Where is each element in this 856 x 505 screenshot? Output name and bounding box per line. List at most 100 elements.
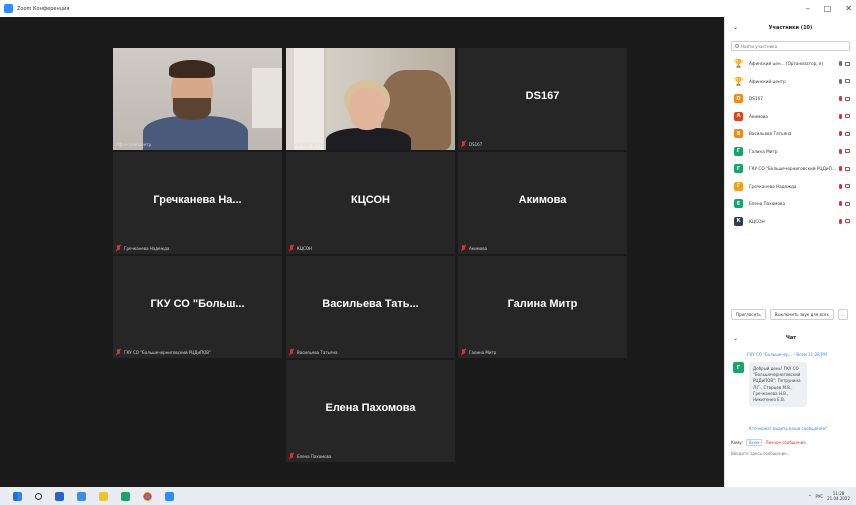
muted-mic-icon[interactable] [839, 183, 842, 189]
system-tray: ^ РУС 11:28 21.04.2022 [808, 487, 850, 505]
recipient-select[interactable]: Всем [746, 439, 763, 446]
avatar: А [734, 111, 743, 121]
participant-name: Галина Митр [749, 148, 778, 154]
chat-input[interactable] [731, 451, 851, 456]
participant-status [839, 183, 850, 189]
participant-name: Васильева Татьяна [749, 131, 792, 137]
video-tile-9[interactable]: Галина Митр Галина Митр [458, 256, 627, 358]
participant-actions: Пригласить Выключить звук для всех ... [731, 309, 848, 320]
muted-mic-icon [289, 453, 294, 459]
participant-status [839, 61, 850, 67]
participant-row[interactable]: А Акимова [725, 108, 856, 126]
muted-mic-icon[interactable] [839, 201, 842, 207]
video-tile-3[interactable]: DS167 DS167 [458, 48, 627, 150]
video-off-icon[interactable] [845, 184, 850, 189]
video-tile-1[interactable]: Афинский центр [113, 48, 282, 150]
video-tile-5[interactable]: КЦСОН КЦСОН [286, 152, 455, 254]
chrome-icon[interactable] [143, 491, 152, 501]
muted-mic-icon[interactable] [839, 131, 842, 137]
participant-search[interactable] [731, 41, 850, 51]
tile-caption: КЦСОН [289, 245, 312, 251]
mic-icon[interactable] [839, 61, 842, 67]
video-off-icon[interactable] [845, 166, 850, 171]
chat-message-text: Добрый день! ГКУ СО "Большечерниговский … [749, 362, 807, 408]
video-tile-2[interactable]: Афинский центр [286, 48, 455, 150]
zoom-taskbar-icon[interactable] [165, 491, 174, 501]
avatar: Г [734, 146, 743, 156]
muted-mic-icon[interactable] [839, 218, 842, 224]
participants-header: ⌄ Участники (10) [725, 17, 856, 39]
video-tile-10[interactable]: Елена Пахомова Елена Пахомова [286, 360, 455, 462]
language-indicator[interactable]: РУС [815, 494, 823, 499]
video-off-icon[interactable] [845, 131, 850, 136]
video-off-icon[interactable] [845, 201, 850, 206]
muted-mic-icon[interactable] [839, 96, 842, 102]
participant-status [839, 201, 850, 207]
mute-all-button[interactable]: Выключить звук для всех [769, 309, 834, 320]
video-tile-7[interactable]: ГКУ СО "Больш... ГКУ СО "Большечерниговс… [113, 256, 282, 358]
tile-caption: Афинский центр [289, 142, 325, 147]
collapse-chevron-icon[interactable]: ⌄ [733, 335, 738, 342]
more-options-button[interactable]: ... [837, 309, 848, 320]
video-icon[interactable] [845, 79, 850, 84]
invite-button[interactable]: Пригласить [731, 309, 766, 320]
participant-list: Афинский цен... (Организатор, я) Афинский… [725, 55, 856, 230]
participant-name: Елена Пахомова [325, 402, 416, 414]
collapse-chevron-icon[interactable]: ⌄ [733, 24, 738, 31]
participant-row[interactable]: К КЦСОН [725, 213, 856, 231]
tile-caption: ГКУ СО "Большечерниговский РЦДиПОВ" [116, 349, 211, 355]
participant-status [839, 113, 850, 119]
participant-row[interactable]: Е Елена Пахомова [725, 195, 856, 213]
to-label: Кому: [731, 440, 744, 445]
video-tile-4[interactable]: Гречканева На... Гречканева Надежда [113, 152, 282, 254]
participant-status [839, 218, 850, 224]
browser-icon[interactable] [121, 491, 130, 501]
tray-overflow-icon[interactable]: ^ [808, 494, 811, 499]
participant-name: Галина Митр [507, 298, 578, 310]
minimize-button[interactable]: – [806, 4, 810, 13]
tile-caption: Елена Пахомова [289, 453, 331, 459]
task-view-icon[interactable] [55, 491, 64, 501]
tile-caption: Гречканева Надежда [116, 245, 169, 251]
muted-mic-icon [289, 349, 294, 355]
search-input[interactable] [741, 43, 841, 49]
muted-mic-icon[interactable] [839, 166, 842, 172]
participant-row[interactable]: Г Галина Митр [725, 143, 856, 161]
tile-caption: DS167 [461, 141, 482, 147]
chat-title: Чат [785, 335, 797, 341]
maximize-button[interactable]: □ [824, 4, 832, 13]
tile-caption: Афинский центр [116, 142, 152, 147]
trophy-icon [734, 77, 743, 86]
participant-row[interactable]: Афинский центр [725, 73, 856, 91]
video-tile-8[interactable]: Васильева Тать... Васильева Татьяна [286, 256, 455, 358]
participant-row[interactable]: Г Гречканева Надежда [725, 178, 856, 196]
search-icon[interactable] [35, 492, 42, 500]
chat-visibility-link[interactable]: Кто может видеть ваши сообщения? [749, 426, 827, 431]
mic-icon[interactable] [839, 78, 842, 84]
widgets-icon[interactable] [77, 491, 86, 501]
video-icon[interactable] [845, 61, 850, 66]
video-off-icon[interactable] [845, 96, 850, 101]
tile-caption: Васильева Татьяна [289, 349, 338, 355]
muted-mic-icon[interactable] [839, 113, 842, 119]
video-tile-6[interactable]: Акимова Акимова [458, 152, 627, 254]
clock[interactable]: 11:28 21.04.2022 [827, 491, 850, 501]
participant-name: КЦСОН [749, 218, 765, 224]
muted-mic-icon [461, 141, 466, 147]
participant-row[interactable]: В Васильева Татьяна [725, 125, 856, 143]
chat-message: Г Добрый день! ГКУ СО "Большечерниговски… [733, 362, 807, 408]
start-icon[interactable] [13, 491, 22, 501]
participant-name: ГКУ СО "Большечерниговский РЦДиП... [749, 166, 836, 172]
participant-row[interactable]: Г ГКУ СО "Большечерниговский РЦДиП... [725, 160, 856, 178]
participant-row[interactable]: Афинский цен... (Организатор, я) [725, 55, 856, 73]
video-off-icon[interactable] [845, 149, 850, 154]
video-off-icon[interactable] [845, 114, 850, 119]
participant-row[interactable]: D DS167 [725, 90, 856, 108]
file-explorer-icon[interactable] [99, 491, 108, 501]
video-off-icon[interactable] [845, 219, 850, 224]
muted-mic-icon [461, 349, 466, 355]
muted-mic-icon[interactable] [839, 148, 842, 154]
close-button[interactable]: ✕ [845, 4, 852, 13]
muted-mic-icon [116, 245, 121, 251]
search-icon [735, 44, 739, 48]
